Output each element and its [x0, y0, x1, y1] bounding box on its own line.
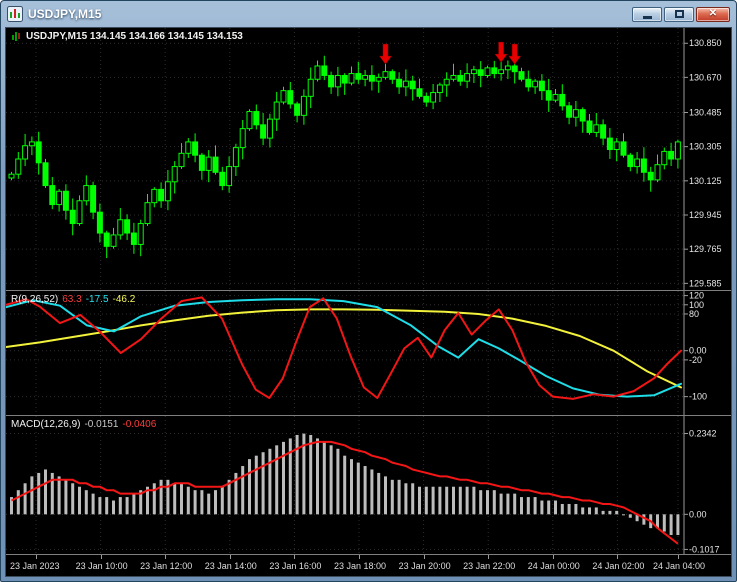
time-tick [36, 555, 37, 559]
axis-label: -0.1017 [689, 544, 720, 554]
time-tick [359, 555, 360, 559]
axis-label: 129.945 [689, 210, 722, 220]
main-chart-panel[interactable]: 130.850 130.670 130.485 130.305 130.125 129.9… [6, 28, 731, 290]
macd-header: MACD(12,26,9) -0.0151 -0.0406 [11, 419, 156, 430]
macd-value-1: -0.0151 [84, 419, 119, 430]
app-icon [7, 6, 23, 22]
time-label: 23 Jan 16:00 [269, 561, 322, 571]
symbol-chart-icon[interactable] [11, 31, 22, 42]
close-icon: ✕ [708, 8, 718, 19]
oscillator-value-2: -17.5 [85, 294, 109, 305]
time-tick [294, 555, 296, 559]
axis-label: 130.125 [689, 176, 722, 186]
macd-name: MACD(12,26,9) [11, 419, 81, 430]
time-tick [165, 555, 167, 559]
axis-label: 80 [689, 309, 699, 319]
macd-svg: 0.2342 0.00 -0.1017 [6, 416, 720, 554]
window-title: USDJPY,M15 [28, 7, 102, 21]
time-label: 23 Jan 2023 [10, 561, 60, 571]
maximize-icon [674, 10, 684, 18]
time-label: 24 Jan 02:00 [592, 561, 645, 571]
time-axis[interactable]: 23 Jan 2023 23 Jan 10:00 23 Jan 12:00 23 Ja… [6, 554, 731, 576]
time-tick [100, 555, 102, 559]
mt4-chart-window: USDJPY,M15 ✕ 130.850 130.670 130.485 130.30… [0, 0, 737, 582]
macd-panel[interactable]: 0.2342 0.00 -0.1017 MACD(12,26,9) -0.0151 … [6, 415, 731, 554]
fast-line [6, 296, 682, 400]
time-tick [678, 555, 679, 559]
oscillator-header: R(9,26,52) 63.3 -17.5 -46.2 [11, 294, 135, 305]
axis-label: -100 [689, 392, 707, 402]
axis-label: 129.585 [689, 278, 722, 288]
time-label: 23 Jan 20:00 [398, 561, 451, 571]
oscillator-svg: 120100800.00-20-100 [6, 291, 707, 415]
time-label: 23 Jan 18:00 [333, 561, 387, 571]
minimize-icon [642, 16, 652, 19]
minimize-button[interactable] [632, 6, 662, 22]
time-label: 24 Jan 00:00 [527, 561, 580, 571]
axis-label: 0.00 [689, 509, 707, 519]
macd-value-2: -0.0406 [122, 419, 157, 430]
oscillator-value-1: 63.3 [62, 294, 82, 305]
time-tick [229, 555, 231, 559]
time-tick [617, 555, 619, 559]
time-label: 23 Jan 14:00 [204, 561, 257, 571]
axis-label: 130.670 [689, 72, 722, 82]
chart-header-text: USDJPY,M15 134.145 134.166 134.145 134.1… [26, 31, 243, 42]
titlebar[interactable]: USDJPY,M15 ✕ [5, 3, 732, 27]
axis-label: 130.305 [689, 142, 722, 152]
oscillator-value-3: -46.2 [112, 294, 136, 305]
sell-arrow-icon[interactable] [379, 43, 392, 65]
time-label: 24 Jan 04:00 [652, 561, 706, 571]
oscillator-name: R(9,26,52) [11, 294, 59, 305]
price-axis-layer: 0.2342 0.00 -0.1017 [684, 429, 720, 554]
maximize-button[interactable] [664, 6, 694, 22]
candles-layer [8, 55, 681, 259]
mid-line [6, 298, 682, 398]
axis-label: 129.765 [689, 244, 722, 254]
macd-histogram-layer [10, 433, 680, 536]
axis-label: -20 [689, 355, 702, 365]
axis-label: 130.850 [689, 38, 722, 48]
grid-layer [6, 28, 684, 290]
price-axis-layer: 130.850 130.670 130.485 130.305 130.125 129.9… [684, 38, 722, 288]
time-tick [552, 555, 554, 559]
main-chart-svg: 130.850 130.670 130.485 130.305 130.125 129.9… [6, 28, 722, 290]
time-tick [488, 555, 490, 559]
sell-arrow-icon[interactable] [494, 41, 508, 63]
slow-line [6, 308, 682, 389]
time-tick [423, 555, 425, 559]
chart-area: 130.850 130.670 130.485 130.305 130.125 129.9… [5, 27, 732, 577]
sell-arrows-layer [379, 41, 522, 65]
axis-label: 0.2342 [689, 429, 717, 439]
chart-header: USDJPY,M15 134.145 134.166 134.145 134.1… [11, 31, 243, 42]
price-axis-layer: 120100800.00-20-100 [684, 291, 707, 402]
time-label: 23 Jan 12:00 [140, 561, 193, 571]
sell-arrow-icon[interactable] [508, 43, 522, 65]
oscillator-panel[interactable]: 120 100 80 0.00 -20 -100 R(9,26,52) 63.3 -17.… [6, 290, 731, 415]
oscillator-lines-layer [6, 296, 682, 400]
time-label: 23 Jan 22:00 [463, 561, 516, 571]
close-button[interactable]: ✕ [696, 6, 730, 22]
time-label: 23 Jan 10:00 [75, 561, 128, 571]
axis-label: 130.485 [689, 107, 722, 117]
